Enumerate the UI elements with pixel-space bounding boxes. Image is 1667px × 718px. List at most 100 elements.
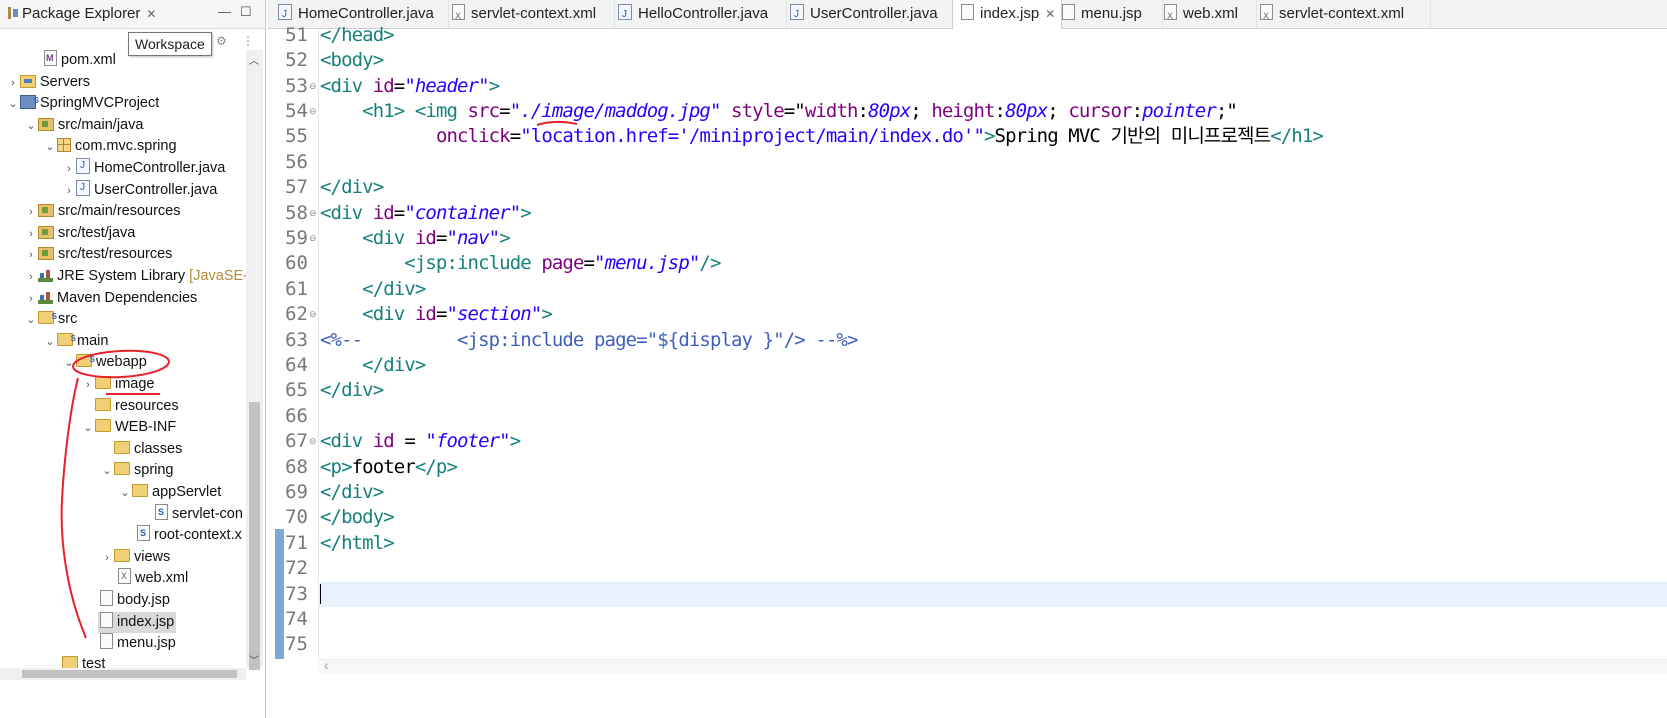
tree-item-jre-library[interactable]: › JRE System Library [JavaSE-1 (24, 266, 246, 287)
chevron-down-icon[interactable]: ⌄ (24, 116, 38, 137)
chevron-right-icon[interactable]: › (24, 267, 38, 288)
tree-item-test[interactable]: test (62, 656, 105, 668)
chevron-down-icon[interactable]: ⌄ (6, 94, 20, 115)
tree-horizontal-scrollbar[interactable] (0, 668, 246, 680)
scrollbar-thumb[interactable] (22, 670, 237, 678)
package-explorer-tab[interactable]: Package Explorer ✕ (2, 0, 162, 28)
tree-item-src-test-java[interactable]: › src/test/java (24, 223, 135, 244)
editor-tab[interactable]: servlet-context.xml (1252, 0, 1431, 30)
chevron-right-icon[interactable]: › (62, 159, 76, 180)
fold-toggle-icon[interactable]: ⊖ (309, 302, 317, 327)
tree-item-index-jsp[interactable]: index.jsp (98, 612, 177, 633)
line-number: 65 (285, 379, 308, 401)
tree-item-web-inf[interactable]: ⌄ WEB-INF (81, 417, 176, 438)
code-editor[interactable]: 51 52 53 ⊖ 54 ⊖ 55 56 57 58 ⊖ 59 ⊖ 60 61… (268, 24, 1667, 718)
tab-label: servlet-context.xml (1279, 5, 1405, 22)
tree-item-servers[interactable]: › Servers (6, 72, 90, 93)
chevron-down-icon[interactable]: ⌄ (43, 137, 57, 158)
java-file-icon (76, 177, 90, 198)
tab-label: web.xml (1183, 5, 1239, 22)
tree-item-pom[interactable]: pom.xml (44, 50, 116, 71)
tree-item-package[interactable]: ⌄ com.mvc.spring (43, 136, 177, 157)
code-line: </div> (320, 176, 384, 198)
tree-item-main[interactable]: ⌄ main (43, 328, 109, 353)
scroll-down-icon[interactable]: ﹀ (249, 652, 259, 667)
line-number: 68 (285, 456, 308, 478)
line-number: 64 (285, 354, 308, 376)
line-number-ruler: 51 52 53 ⊖ 54 ⊖ 55 56 57 58 ⊖ 59 ⊖ 60 61… (268, 24, 319, 659)
tree-item-web-xml[interactable]: web.xml (118, 566, 188, 589)
scroll-up-icon[interactable]: ︿ (249, 52, 259, 67)
editor-tab[interactable]: HelloController.java (610, 0, 787, 29)
editor-tab-bar: HomeController.java servlet-context.xml … (268, 0, 1667, 30)
tree-item-resources[interactable]: resources (95, 396, 179, 417)
minimize-icon[interactable]: — (218, 4, 231, 19)
code-line: <div id="container"> (320, 202, 532, 224)
tree-item-classes[interactable]: classes (114, 439, 182, 460)
code-line: </body> (320, 506, 395, 528)
chevron-right-icon[interactable]: › (24, 289, 38, 310)
editor-tab[interactable]: UserController.java (782, 0, 957, 29)
link-with-editor-icon[interactable]: ⚙ (216, 34, 227, 48)
code-line: <div id = "footer"> (320, 430, 521, 452)
java-file-icon (278, 1, 292, 29)
chevron-right-icon[interactable]: › (100, 548, 114, 569)
editor-tab[interactable]: servlet-context.xml (444, 0, 615, 30)
tree-item-webapp[interactable]: ⌄ webapp (62, 349, 146, 374)
fold-toggle-icon[interactable]: ⊖ (309, 201, 317, 226)
fold-toggle-icon[interactable]: ⊖ (309, 74, 317, 99)
tree-vertical-scrollbar[interactable]: ︿ ﹀ (246, 50, 263, 670)
tree-item-src-test-resources[interactable]: › src/test/resources (24, 244, 172, 265)
tree-item-label: main (77, 333, 109, 349)
fold-toggle-icon[interactable]: ⊖ (309, 226, 317, 251)
tree-item-servlet-context[interactable]: servlet-con (155, 502, 243, 525)
chevron-right-icon[interactable]: › (24, 245, 38, 266)
chevron-down-icon[interactable]: ⌄ (118, 483, 132, 504)
tree-item-image[interactable]: › image (81, 374, 155, 395)
tree-item-label: appServlet (152, 484, 222, 500)
tree-item-project[interactable]: ⌄ SpringMVCProject (6, 90, 159, 115)
chevron-down-icon[interactable]: ⌄ (24, 310, 38, 331)
tab-label: UserController.java (810, 5, 938, 22)
chevron-right-icon[interactable]: › (24, 224, 38, 245)
tree-item-src-main-java[interactable]: ⌄ src/main/java (24, 115, 143, 136)
tree-item-spring[interactable]: ⌄ spring (100, 460, 174, 481)
maximize-icon[interactable]: ☐ (240, 4, 252, 20)
tree-item-root-context[interactable]: root-context.x (137, 523, 242, 546)
tree-item-homecontroller[interactable]: › HomeController.java (62, 155, 225, 180)
fold-toggle-icon[interactable]: ⊖ (309, 99, 317, 124)
chevron-down-icon[interactable]: ⌄ (100, 461, 114, 482)
tree-item-menu-jsp[interactable]: menu.jsp (100, 633, 176, 654)
chevron-right-icon[interactable]: › (62, 181, 76, 202)
chevron-right-icon[interactable]: › (81, 375, 95, 396)
tree-item-views[interactable]: › views (100, 547, 170, 568)
package-icon (57, 138, 71, 152)
scroll-left-icon[interactable]: ‹ (324, 657, 329, 673)
fold-toggle-icon[interactable]: ⊖ (309, 429, 317, 454)
tree-item-appservlet[interactable]: ⌄ appServlet (118, 482, 221, 503)
tree-item-src-main-resources[interactable]: › src/main/resources (24, 201, 180, 222)
editor-tab-active[interactable]: index.jsp ✕ (952, 0, 1062, 29)
chevron-down-icon[interactable]: ⌄ (81, 418, 95, 439)
tree-item-src[interactable]: ⌄ src (24, 306, 77, 331)
chevron-down-icon[interactable]: ⌄ (62, 353, 76, 374)
close-icon[interactable]: ✕ (146, 7, 156, 21)
folder-icon (57, 328, 76, 349)
tree-item-usercontroller[interactable]: › UserController.java (62, 177, 217, 202)
editor-tab[interactable]: web.xml (1156, 0, 1257, 30)
code-area[interactable]: </head> <body> <div id="header"> <h1> <i… (318, 24, 1667, 659)
chevron-down-icon[interactable]: ⌄ (43, 332, 57, 353)
chevron-right-icon[interactable]: › (6, 73, 20, 94)
current-line[interactable] (318, 582, 1667, 607)
tree-item-body-jsp[interactable]: body.jsp (100, 590, 170, 611)
view-menu-icon[interactable]: ⋮ (242, 34, 254, 48)
line-number: 62 (285, 303, 308, 325)
editor-horizontal-scrollbar[interactable]: ‹ (318, 657, 1667, 674)
code-line: </head> (320, 24, 395, 46)
chevron-right-icon[interactable]: › (24, 202, 38, 223)
code-line: </div> (320, 481, 384, 503)
editor-tab[interactable]: menu.jsp (1054, 0, 1163, 28)
scrollbar-thumb[interactable] (249, 402, 260, 670)
line-number: 52 (285, 49, 308, 71)
tree-item-maven-dependencies[interactable]: › Maven Dependencies (24, 288, 197, 309)
